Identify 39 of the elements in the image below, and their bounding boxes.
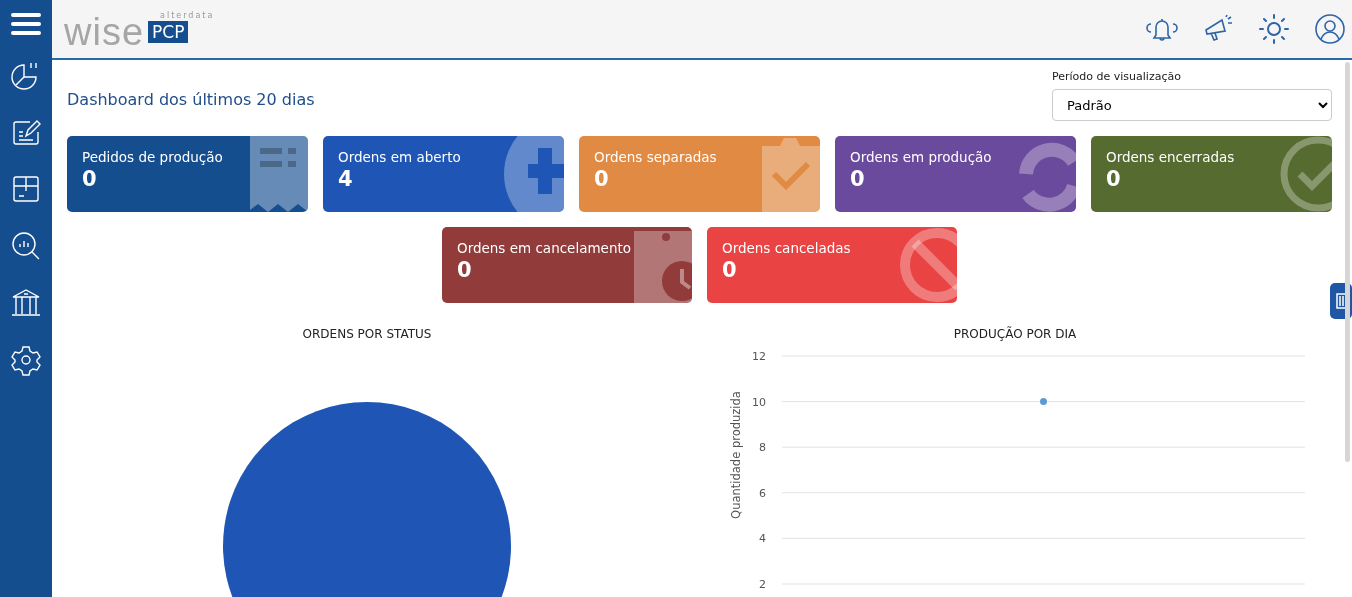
y-tick-label: 6 xyxy=(759,486,766,500)
box-icon[interactable] xyxy=(10,173,42,205)
card-label: Ordens em cancelamento xyxy=(457,240,632,256)
card-value: 4 xyxy=(338,167,354,191)
y-tick-label: 4 xyxy=(759,532,766,546)
period-label: Período de visualização xyxy=(1052,70,1182,83)
forbidden-icon xyxy=(897,227,957,303)
card-label: Ordens em produção xyxy=(850,149,993,165)
search-chart-icon[interactable] xyxy=(10,230,42,262)
chart-title: PRODUÇÃO POR DIA xyxy=(953,327,1077,341)
card-label: Pedidos de produção xyxy=(82,149,224,165)
y-tick-label: 10 xyxy=(752,395,766,409)
chart-title: ORDENS POR STATUS xyxy=(302,327,432,341)
period-select[interactable]: Padrão xyxy=(1052,89,1332,121)
y-tick-label: 8 xyxy=(759,441,766,455)
scrollbar[interactable] xyxy=(1345,62,1350,462)
page-title: Dashboard dos últimos 20 dias xyxy=(67,90,315,109)
user-icon[interactable] xyxy=(1314,13,1346,45)
logo-brand: alterdata xyxy=(160,11,215,20)
y-axis-label: Quantidade produzida xyxy=(729,391,743,519)
card-label: Ordens em aberto xyxy=(338,149,462,165)
settings-icon[interactable] xyxy=(10,344,42,376)
y-tick-label: 12 xyxy=(752,350,766,363)
sun-icon[interactable] xyxy=(1258,13,1290,45)
y-tick-label: 2 xyxy=(759,578,766,591)
card-value: 0 xyxy=(457,258,473,282)
card-label: Ordens canceladas xyxy=(722,240,852,256)
bank-icon[interactable] xyxy=(10,287,42,319)
card-value: 0 xyxy=(1106,167,1122,191)
card-value: 0 xyxy=(722,258,738,282)
card-value: 0 xyxy=(594,167,610,191)
card-value: 0 xyxy=(82,167,98,191)
logo-product: PCP xyxy=(148,21,189,43)
receipt-icon xyxy=(248,136,308,212)
card-label: Ordens encerradas xyxy=(1106,149,1236,165)
card-value: 0 xyxy=(850,167,866,191)
card-label: Ordens separadas xyxy=(594,149,718,165)
logo-name: wise xyxy=(64,15,145,49)
menu-icon[interactable] xyxy=(11,13,41,35)
